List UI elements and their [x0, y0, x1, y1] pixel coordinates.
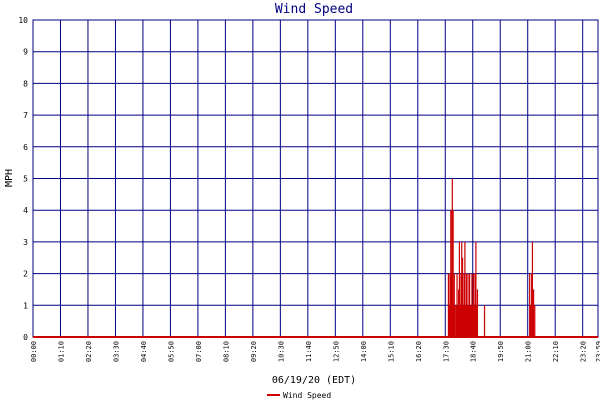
x-tick-label: 21:00 — [525, 341, 533, 362]
x-tick-label: 23:59 — [595, 341, 600, 362]
chart-title: Wind Speed — [275, 2, 353, 17]
x-tick-labels: 00:00 01:10 02:20 03:30 04:40 05:50 07:00 08:10… — [30, 341, 600, 362]
x-tick-label: 01:10 — [57, 341, 65, 362]
y-tick-label: 10 — [18, 16, 28, 25]
x-tick-label: 22:10 — [552, 341, 560, 362]
legend: Wind Speed — [267, 391, 331, 400]
x-tick-label: 17:30 — [442, 341, 450, 362]
x-tick-label: 15:10 — [387, 341, 395, 362]
x-tick-label: 04:40 — [140, 341, 148, 362]
x-tick-label: 11:40 — [305, 341, 313, 362]
legend-label: Wind Speed — [283, 391, 331, 400]
x-tick-label: 05:50 — [167, 341, 175, 362]
x-tick-label: 03:30 — [112, 341, 120, 362]
grid-lines — [32, 19, 599, 338]
y-tick-label: 3 — [23, 238, 28, 247]
y-tick-labels: 0 1 2 3 4 5 6 7 8 9 10 — [18, 16, 28, 342]
y-axis-label: MPH — [4, 169, 15, 187]
x-axis-label: 06/19/20 (EDT) — [272, 375, 356, 386]
y-tick-label: 4 — [23, 206, 28, 215]
wind-speed-bars — [33, 178, 598, 338]
x-tick-label: 10:30 — [277, 341, 285, 362]
x-tick-label: 09:20 — [250, 341, 258, 362]
x-tick-label: 12:50 — [332, 341, 340, 362]
wind-speed-chart: Wind Speed MPH 0 1 2 3 4 5 6 7 8 9 10 00:00 01:10 02… — [4, 2, 600, 400]
x-tick-label: 19:50 — [497, 341, 505, 362]
x-tick-label: 00:00 — [30, 341, 38, 362]
y-tick-label: 2 — [23, 270, 28, 279]
x-tick-label: 02:20 — [85, 341, 93, 362]
y-tick-label: 5 — [23, 175, 28, 184]
y-tick-label: 1 — [23, 301, 28, 310]
y-tick-label: 8 — [23, 79, 28, 88]
x-tick-label: 23:20 — [580, 341, 588, 362]
y-tick-label: 6 — [23, 143, 28, 152]
y-tick-label: 7 — [23, 111, 28, 120]
x-tick-label: 07:00 — [195, 341, 203, 362]
x-tick-label: 16:20 — [415, 341, 423, 362]
x-tick-label: 14:00 — [360, 341, 368, 362]
x-tick-label: 18:40 — [470, 341, 478, 362]
x-tick-label: 08:10 — [222, 341, 230, 362]
y-tick-label: 9 — [23, 48, 28, 57]
y-tick-label: 0 — [23, 333, 28, 342]
